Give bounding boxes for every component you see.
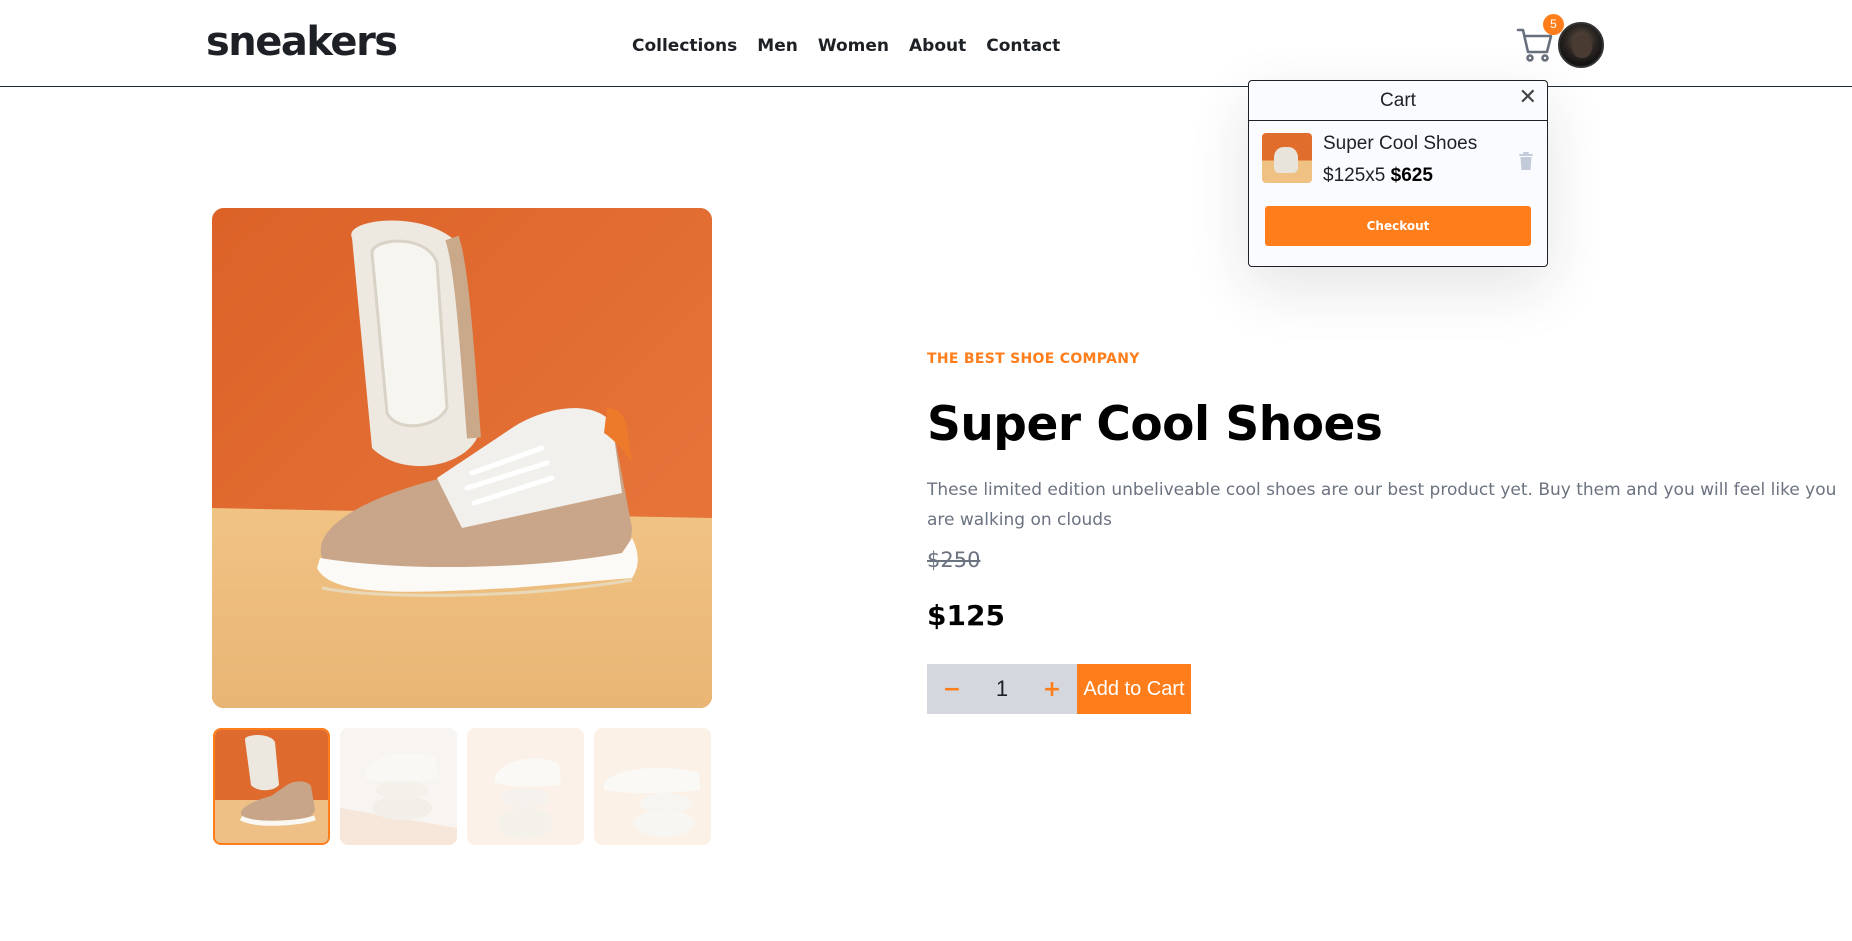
nav-contact[interactable]: Contact [986,36,1060,56]
company-label: THE BEST SHOE COMPANY [927,351,1140,367]
close-icon[interactable]: ✕ [1519,85,1537,110]
product-title: Super Cool Shoes [927,397,1383,452]
trash-icon[interactable] [1518,151,1534,171]
cart-item: Super Cool Shoes $125x5 $625 [1262,133,1534,187]
cart-header: Cart ✕ [1249,81,1547,121]
product-description: These limited edition unbeliveable cool … [927,480,1837,530]
original-price: $250 [927,548,981,572]
nav-about[interactable]: About [909,36,966,56]
thumbnail-4[interactable] [594,728,711,845]
thumbnail-1[interactable] [213,728,330,845]
nav-collections[interactable]: Collections [632,36,737,56]
cart-title: Cart [1380,90,1416,111]
thumbnail-3[interactable] [467,728,584,845]
avatar[interactable] [1558,22,1604,68]
cart-item-price: $125x5 $625 [1323,165,1433,187]
quantity-value: 1 [995,676,1009,701]
nav-women[interactable]: Women [818,36,889,56]
cart-item-name: Super Cool Shoes [1323,133,1478,154]
thumbnail-strip [213,728,711,845]
increase-button[interactable]: + [1027,664,1077,714]
checkout-button[interactable]: Checkout [1265,206,1531,246]
cart-item-unit-price: $125x5 [1323,165,1386,186]
cart-item-total: $625 [1390,165,1433,186]
quantity-stepper: − 1 + [927,664,1077,714]
main-nav: Collections Men Women About Contact [632,36,1060,56]
logo[interactable]: sneakers [206,22,398,62]
decrease-button[interactable]: − [927,664,977,714]
product-main-image[interactable] [212,208,712,708]
current-price: $125 [927,599,1005,632]
cart-popup: Cart ✕ Super Cool Shoes $125x5 $625 Chec… [1248,80,1548,267]
thumbnail-2[interactable] [340,728,457,845]
nav-men[interactable]: Men [757,36,798,56]
cart-item-thumbnail [1262,133,1312,183]
add-to-cart-button[interactable]: Add to Cart [1077,664,1191,714]
